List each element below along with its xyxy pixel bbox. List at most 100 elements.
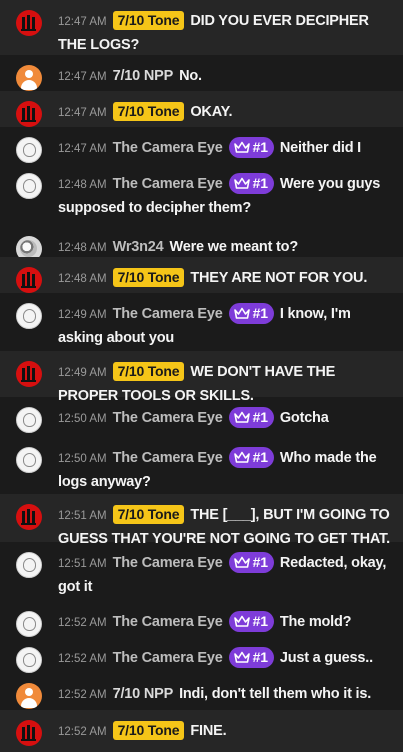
crown-icon: [233, 649, 253, 665]
rank-badge: #1: [228, 552, 274, 573]
username[interactable]: The Camera Eye: [113, 306, 223, 322]
timestamp: 12:47 AM: [58, 107, 107, 119]
username[interactable]: The Camera Eye: [113, 176, 223, 192]
tone-logo-avatar[interactable]: [16, 101, 42, 127]
message-text: Neither did I: [279, 140, 362, 156]
timestamp: 12:52 AM: [58, 726, 107, 738]
username-badge[interactable]: 7/10 Tone: [112, 362, 185, 381]
message-text: THE [___], BUT I'M GOING TO GUESS THAT Y…: [58, 507, 390, 547]
username[interactable]: The Camera Eye: [113, 450, 223, 466]
message-row: 12:47 AM The Camera Eye #1 Neither did I: [0, 127, 403, 163]
crown-icon: [233, 139, 253, 155]
rank-badge: #1: [228, 303, 274, 324]
sketch-avatar[interactable]: [16, 611, 42, 637]
timestamp: 12:52 AM: [58, 617, 107, 629]
tone-logo-avatar[interactable]: [16, 504, 42, 530]
timestamp: 12:51 AM: [58, 510, 107, 522]
message-row: 12:47 AM 7/10 NPP No.: [0, 55, 403, 91]
timestamp: 12:47 AM: [58, 16, 107, 28]
tone-logo-avatar[interactable]: [16, 267, 42, 293]
username[interactable]: The Camera Eye: [113, 614, 223, 630]
message-row: 12:52 AM 7/10 NPP Indi, don't tell them wh…: [0, 673, 403, 710]
message-text: Gotcha: [279, 410, 329, 426]
username-badge[interactable]: 7/10 Tone: [112, 721, 185, 740]
timestamp: 12:49 AM: [58, 367, 107, 379]
crown-icon: [233, 449, 253, 465]
message-row: 12:48 AM 7/10 Tone THEY ARE NOT FOR YOU.: [0, 257, 403, 293]
message-row: 12:51 AM The Camera Eye #1 Redacted, okay, …: [0, 542, 403, 601]
message-row: 12:52 AM The Camera Eye #1 Just a guess..: [0, 637, 403, 673]
username-badge[interactable]: 7/10 Tone: [112, 505, 185, 524]
username-badge[interactable]: 7/10 Tone: [112, 268, 185, 287]
username-badge[interactable]: 7/10 Tone: [112, 11, 185, 30]
rank-label: #1: [252, 613, 268, 629]
timestamp: 12:48 AM: [58, 179, 107, 191]
sketch-avatar[interactable]: [16, 552, 42, 578]
rank-badge: #1: [228, 611, 274, 632]
chat-log: 12:47 AM 7/10 Tone DID YOU EVER DECIPHER T…: [0, 0, 403, 752]
crown-icon: [233, 175, 253, 191]
rank-label: #1: [252, 409, 268, 425]
message-text: Indi, don't tell them who it is.: [179, 686, 372, 702]
username[interactable]: The Camera Eye: [113, 650, 223, 666]
timestamp: 12:50 AM: [58, 413, 107, 425]
timestamp: 12:52 AM: [58, 653, 107, 665]
default-user-avatar[interactable]: [16, 65, 42, 91]
message-text: The mold?: [279, 614, 352, 630]
message-row: 12:52 AM The Camera Eye #1 The mold?: [0, 601, 403, 637]
rank-label: #1: [252, 139, 268, 155]
timestamp: 12:52 AM: [58, 689, 107, 701]
sketch-avatar[interactable]: [16, 447, 42, 473]
message-row: 12:49 AM The Camera Eye #1 I know, I'm aski…: [0, 293, 403, 351]
crown-icon: [233, 554, 253, 570]
username[interactable]: The Camera Eye: [113, 410, 223, 426]
message-text: Just a guess..: [279, 650, 373, 666]
sketch-avatar[interactable]: [16, 647, 42, 673]
rank-badge: #1: [228, 173, 274, 194]
message-row: 12:48 AM Wr3n24 Were we meant to?: [0, 226, 403, 262]
message-row: 12:47 AM 7/10 Tone OKAY.: [0, 91, 403, 127]
rank-badge: #1: [228, 447, 274, 468]
timestamp: 12:50 AM: [58, 453, 107, 465]
rank-label: #1: [252, 175, 268, 191]
rank-label: #1: [252, 305, 268, 321]
timestamp: 12:47 AM: [58, 143, 107, 155]
timestamp: 12:49 AM: [58, 309, 107, 321]
message-row: 12:50 AM The Camera Eye #1 Who made the log…: [0, 437, 403, 494]
sketch-avatar[interactable]: [16, 407, 42, 433]
message-row: 12:47 AM 7/10 Tone DID YOU EVER DECIPHER T…: [0, 0, 403, 55]
timestamp: 12:48 AM: [58, 242, 107, 254]
timestamp: 12:51 AM: [58, 558, 107, 570]
rank-badge: #1: [228, 407, 274, 428]
tone-logo-avatar[interactable]: [16, 720, 42, 746]
username[interactable]: The Camera Eye: [113, 555, 223, 571]
message-row: 12:52 AM 7/10 Tone FINE.: [0, 710, 403, 752]
message-text: Were we meant to?: [169, 239, 299, 255]
crown-icon: [233, 305, 253, 321]
username-badge[interactable]: 7/10 Tone: [112, 102, 185, 121]
crown-icon: [233, 409, 253, 425]
rank-badge: #1: [228, 137, 274, 158]
rank-badge: #1: [228, 647, 274, 668]
message-row: 12:50 AM The Camera Eye #1 Gotcha: [0, 397, 403, 437]
default-user-avatar[interactable]: [16, 683, 42, 709]
username[interactable]: 7/10 NPP: [113, 68, 174, 84]
rank-label: #1: [252, 449, 268, 465]
sketch-avatar[interactable]: [16, 303, 42, 329]
sketch-avatar[interactable]: [16, 173, 42, 199]
message-row: 12:51 AM 7/10 Tone THE [___], BUT I'M GOIN…: [0, 494, 403, 547]
tone-logo-avatar[interactable]: [16, 361, 42, 387]
timestamp: 12:47 AM: [58, 71, 107, 83]
message-text: THEY ARE NOT FOR YOU.: [190, 270, 368, 286]
rank-label: #1: [252, 554, 268, 570]
message-text: FINE.: [190, 723, 227, 739]
rank-label: #1: [252, 649, 268, 665]
username[interactable]: 7/10 NPP: [113, 686, 174, 702]
message-row: 12:48 AM The Camera Eye #1 Were you guys su…: [0, 163, 403, 226]
sketch-avatar[interactable]: [16, 137, 42, 163]
message-text: No.: [179, 68, 202, 84]
username[interactable]: Wr3n24: [113, 239, 164, 255]
username[interactable]: The Camera Eye: [113, 140, 223, 156]
timestamp: 12:48 AM: [58, 273, 107, 285]
tone-logo-avatar[interactable]: [16, 10, 42, 36]
